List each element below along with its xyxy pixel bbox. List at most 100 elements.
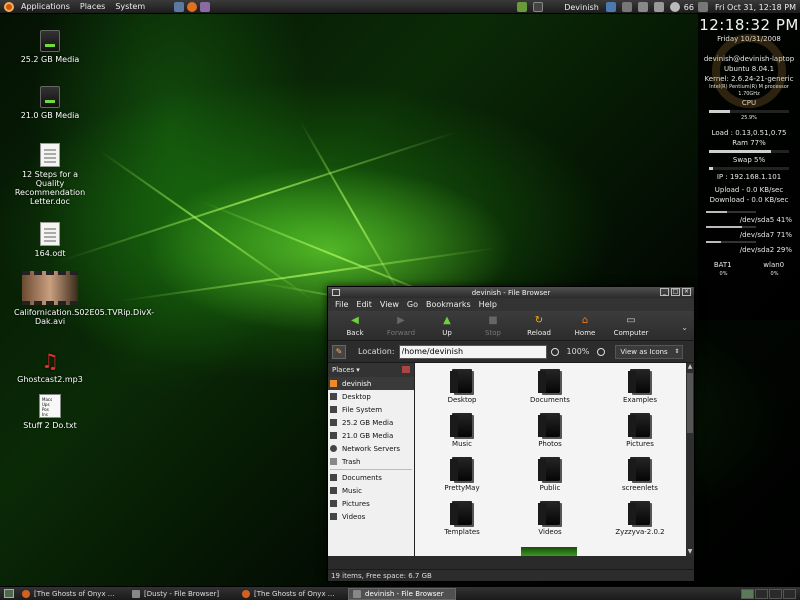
zoom-in-icon[interactable] [597, 347, 606, 356]
toolbar-overflow-chevron-icon[interactable]: ⌄ [681, 323, 688, 340]
menu-help[interactable]: Help [475, 300, 501, 309]
home-button[interactable]: ⌂ Home [562, 315, 608, 340]
window-menu-icon[interactable] [332, 289, 340, 296]
desktop-icon-recommendation-doc[interactable]: 12 Steps for a Quality Recommendation Le… [14, 143, 86, 206]
scroll-up-icon[interactable]: ▲ [686, 363, 694, 371]
system-tray: Devinish 66 Fri Oct 31, 12:18 PM [514, 0, 800, 14]
file-item-templates[interactable]: Templates [427, 501, 497, 536]
scroll-down-icon[interactable]: ▼ [686, 548, 694, 556]
folder-icon [628, 369, 650, 393]
desktop-icon-stuff-txt[interactable]: Macs Ups Pos Ins Stuff 2 Do.txt [14, 394, 86, 430]
sidebar-item-desktop[interactable]: Desktop [328, 390, 414, 403]
maximize-button[interactable]: □ [671, 288, 680, 296]
sidebar-item-network-servers[interactable]: Network Servers [328, 442, 414, 455]
sidebar-item-pictures[interactable]: Pictures [328, 497, 414, 510]
scroll-thumb[interactable] [687, 373, 693, 433]
display-icon[interactable] [621, 2, 632, 12]
desktop-icon-drive-21gb[interactable]: 21.0 GB Media [14, 86, 86, 120]
sidebar-item-21gb-media[interactable]: 21.0 GB Media [328, 429, 414, 442]
ubuntu-logo-icon[interactable] [4, 1, 14, 12]
stop-button[interactable]: ■ Stop [470, 315, 516, 340]
window-titlebar[interactable]: devinish - File Browser _ □ × [328, 287, 694, 298]
taskbar-item-dusty[interactable]: [Dusty - File Browser] [128, 588, 236, 600]
menu-go[interactable]: Go [403, 300, 422, 309]
menu-bookmarks[interactable]: Bookmarks [422, 300, 475, 309]
zoom-out-icon[interactable] [550, 347, 559, 356]
desktop-icon-ghostcast-mp3[interactable]: ♫ Ghostcast2.mp3 [14, 350, 86, 384]
view-mode-select[interactable]: View as Icons ⇕ [615, 344, 684, 359]
menu-applications[interactable]: Applications [16, 0, 75, 14]
drive-icon [330, 432, 337, 439]
menu-edit[interactable]: Edit [352, 300, 376, 309]
file-item-screenlets[interactable]: screenlets [605, 457, 675, 492]
back-button[interactable]: ◀ Back [332, 315, 378, 340]
toggle-location-edit-icon[interactable]: ✎ [332, 344, 346, 359]
sidebar-item-music[interactable]: Music [328, 484, 414, 497]
disk-bar [706, 241, 756, 243]
menu-places[interactable]: Places [75, 0, 110, 14]
file-item-prettymay[interactable]: PrettyMay [427, 457, 497, 492]
desktop-icon-drive-25gb[interactable]: 25.2 GB Media [14, 30, 86, 64]
workspace-2[interactable] [755, 588, 768, 599]
launcher-firefox-icon[interactable] [187, 1, 198, 12]
conky-ip: IP : 192.168.1.101 [716, 173, 782, 181]
system-monitor-icon[interactable] [533, 2, 544, 12]
workspace-1[interactable] [741, 588, 754, 599]
workspace-3[interactable] [769, 588, 782, 599]
close-button[interactable]: × [682, 288, 691, 296]
window-title: devinish - File Browser [471, 288, 551, 297]
file-item-public[interactable]: Public [515, 457, 585, 492]
sidebar-item-videos[interactable]: Videos [328, 510, 414, 523]
folder-icon [450, 457, 472, 481]
keyboard-icon[interactable] [637, 2, 648, 12]
sidebar-item-file-system[interactable]: File System [328, 403, 414, 416]
menu-file[interactable]: File [331, 300, 352, 309]
sidebar-close-icon[interactable] [402, 366, 410, 373]
status-bar: 19 items, Free space: 6.7 GB [328, 569, 694, 581]
show-desktop-icon[interactable] [4, 589, 14, 598]
file-item-desktop[interactable]: Desktop [427, 369, 497, 404]
file-item-videos[interactable]: Videos [515, 501, 585, 536]
folder-icon [330, 513, 337, 520]
forward-arrow-icon: ▶ [397, 315, 405, 326]
image-thumbnail[interactable] [521, 547, 577, 556]
forward-button[interactable]: ▶ Forward [378, 315, 424, 340]
taskbar-item-ghosts-1[interactable]: [The Ghosts of Onyx ... [18, 588, 126, 600]
volume-icon[interactable] [653, 2, 664, 12]
launcher-pidgin-icon[interactable] [200, 1, 211, 12]
computer-button[interactable]: ▭ Computer [608, 315, 654, 340]
sidebar-item-devinish[interactable]: devinish [328, 377, 414, 390]
file-item-photos[interactable]: Photos [515, 413, 585, 448]
menu-system[interactable]: System [110, 0, 150, 14]
notification-icon[interactable] [605, 2, 616, 12]
battery-icon[interactable] [697, 2, 708, 12]
taskbar-item-file-browser[interactable]: devinish - File Browser [348, 587, 456, 600]
workspace-4[interactable] [783, 588, 796, 599]
file-item-zyzzyva[interactable]: Zyzzyva-2.0.2 [605, 501, 675, 536]
sidebar-header[interactable]: Places ▾ [328, 363, 414, 377]
up-button[interactable]: ▲ Up [424, 315, 470, 340]
file-item-pictures[interactable]: Pictures [605, 413, 675, 448]
desktop-icon-164-odt[interactable]: 164.odt [14, 222, 86, 258]
zoom-level[interactable]: 100% [567, 347, 590, 356]
reload-button[interactable]: ↻ Reload [516, 315, 562, 340]
chevron-down-icon: ▾ [356, 366, 360, 374]
sidebar-item-25gb-media[interactable]: 25.2 GB Media [328, 416, 414, 429]
launcher-network-icon[interactable] [174, 1, 185, 12]
weather-icon[interactable] [669, 2, 680, 12]
minimize-button[interactable]: _ [660, 288, 669, 296]
trash-applet-icon[interactable] [517, 2, 528, 12]
taskbar-item-ghosts-2[interactable]: [The Ghosts of Onyx ... [238, 588, 346, 600]
file-item-examples[interactable]: Examples [605, 369, 675, 404]
sidebar-item-documents[interactable]: Documents [328, 471, 414, 484]
sidebar-item-trash[interactable]: Trash [328, 455, 414, 468]
location-input[interactable] [398, 344, 547, 359]
desktop-icon-californication-avi[interactable]: Californication.S02E05.TVRip.DivX-Dak.av… [14, 271, 154, 326]
user-switcher[interactable]: Devinish [560, 3, 603, 12]
vertical-scrollbar[interactable]: ▲ ▼ [686, 363, 694, 556]
file-item-documents[interactable]: Documents [515, 369, 585, 404]
panel-clock[interactable]: Fri Oct 31, 12:18 PM [711, 3, 800, 12]
file-item-music[interactable]: Music [427, 413, 497, 448]
menu-view[interactable]: View [376, 300, 403, 309]
file-icon-view[interactable]: Desktop Documents Examples Music Photos … [415, 363, 686, 556]
